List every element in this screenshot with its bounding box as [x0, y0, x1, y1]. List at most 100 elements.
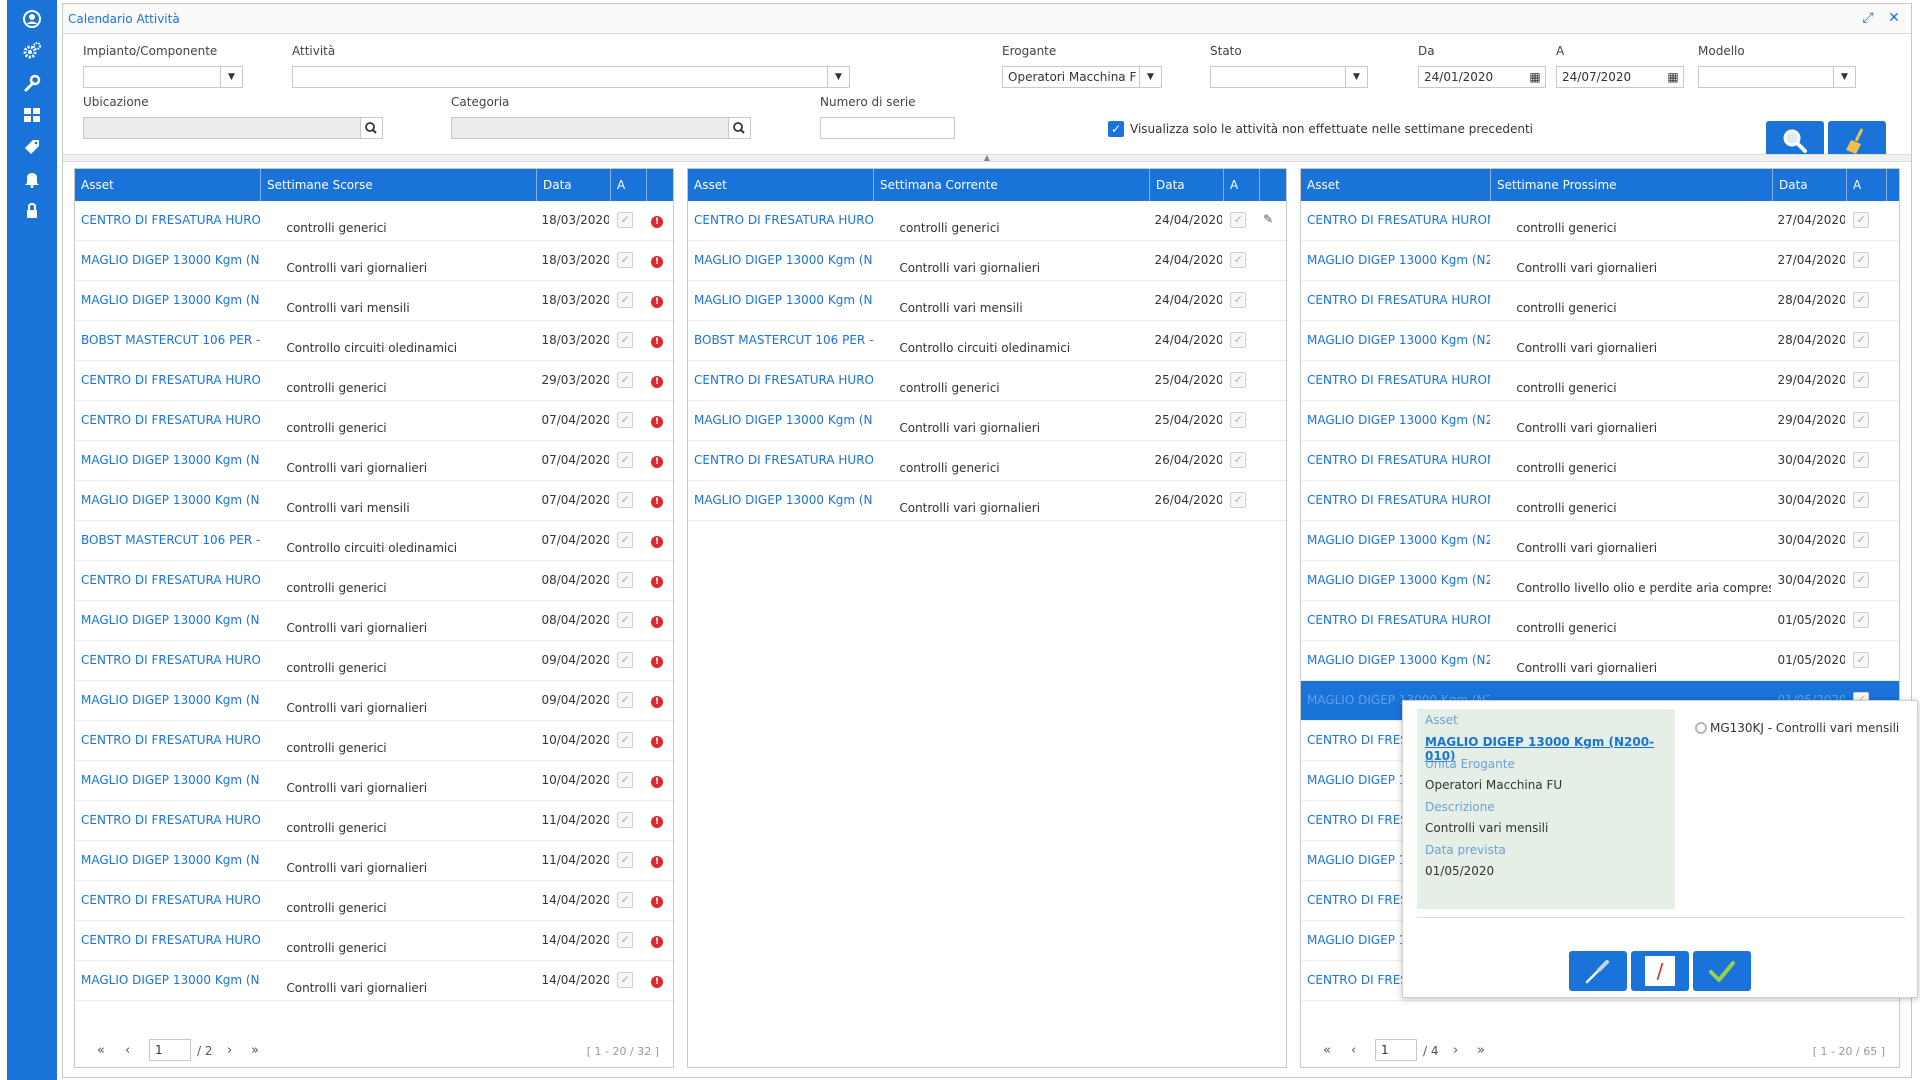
user-icon[interactable] [20, 9, 44, 33]
column-header[interactable]: Asset [1301, 169, 1491, 201]
done-checkbox[interactable]: ✓ [1230, 212, 1247, 228]
column-header[interactable]: Settimane Prossime [1491, 169, 1773, 201]
assets-icon[interactable] [20, 105, 44, 129]
edit-button[interactable]: / [1631, 951, 1689, 991]
table-row[interactable]: CENTRO DI FRESATURA HURON controlli gener… [75, 361, 673, 401]
column-header[interactable]: A [611, 169, 647, 201]
asset-cell[interactable]: MAGLIO DIGEP 13000 Kgm (N20 [75, 441, 260, 481]
done-checkbox[interactable]: ✓ [1853, 452, 1870, 468]
column-header[interactable]: Data [1150, 169, 1224, 201]
asset-cell[interactable]: BOBST MASTERCUT 106 PER - p [75, 521, 260, 561]
column-header[interactable]: Asset [75, 169, 261, 201]
table-row[interactable]: MAGLIO DIGEP 13000 Kgm (N20 Controlli var… [75, 441, 673, 481]
bell-icon[interactable] [20, 169, 44, 193]
asset-cell[interactable]: MAGLIO DIGEP 13000 Kgm (N20 [75, 241, 260, 281]
categoria-input[interactable] [451, 117, 751, 139]
done-checkbox[interactable]: ✓ [617, 252, 634, 268]
done-checkbox[interactable]: ✓ [617, 852, 634, 868]
table-row[interactable]: BOBST MASTERCUT 106 PER - p Controllo cir… [75, 521, 673, 561]
done-checkbox[interactable]: ✓ [1230, 332, 1247, 348]
lock-icon[interactable] [20, 201, 44, 225]
done-checkbox[interactable]: ✓ [1230, 372, 1247, 388]
table-row[interactable]: MAGLIO DIGEP 13000 Kgm (N20 Controlli var… [75, 761, 673, 801]
table-row[interactable]: MAGLIO DIGEP 13000 Kgm (N20(Controlli va… [1301, 241, 1899, 281]
stato-select[interactable]: ▼ [1210, 66, 1368, 88]
done-checkbox[interactable]: ✓ [617, 812, 634, 828]
done-checkbox[interactable]: ✓ [617, 212, 634, 228]
done-checkbox[interactable]: ✓ [617, 332, 634, 348]
asset-cell[interactable]: MAGLIO DIGEP 13000 Kgm (N20 [75, 481, 260, 521]
done-checkbox[interactable]: ✓ [617, 732, 634, 748]
table-row[interactable]: CENTRO DI FRESATURA HURON H controlli gen… [1301, 441, 1899, 481]
close-icon[interactable]: ✕ [1885, 9, 1903, 27]
done-checkbox[interactable]: ✓ [1230, 252, 1247, 268]
column-header[interactable]: Data [537, 169, 611, 201]
done-checkbox[interactable]: ✓ [617, 452, 634, 468]
asset-cell[interactable]: CENTRO DI FRESATURA HURON [75, 201, 260, 241]
confirm-button[interactable] [1693, 951, 1751, 991]
done-checkbox[interactable]: ✓ [617, 572, 634, 588]
done-checkbox[interactable]: ✓ [1853, 212, 1870, 228]
numero-serie-input[interactable] [820, 117, 955, 139]
asset-cell[interactable]: CENTRO DI FRESATURA HURON [75, 801, 260, 841]
asset-cell[interactable]: CENTRO DI FRESATURA HURON H [1301, 601, 1490, 641]
done-checkbox[interactable]: ✓ [617, 932, 634, 948]
asset-cell[interactable]: MAGLIO DIGEP 13000 Kgm (N20( [1301, 561, 1490, 601]
asset-cell[interactable]: MAGLIO DIGEP 13000 Kgm (N20( [1301, 321, 1490, 361]
table-row[interactable]: MAGLIO DIGEP 13000 Kgm (N20 Controlli var… [75, 841, 673, 881]
asset-cell[interactable]: MAGLIO DIGEP 13000 Kgm (N20 [75, 961, 260, 1001]
table-row[interactable]: CENTRO DI FRESATURA HURON H controlli gen… [1301, 361, 1899, 401]
page-input[interactable]: 1 [1375, 1039, 1417, 1061]
column-header[interactable]: Settimana Corrente [874, 169, 1150, 201]
asset-cell[interactable]: MAGLIO DIGEP 13000 Kgm (N20( [1301, 401, 1490, 441]
asset-cell[interactable]: MAGLIO DIGEP 13000 Kgm (N20 [688, 481, 873, 521]
asset-cell[interactable]: MAGLIO DIGEP 13000 Kgm (N20 [75, 681, 260, 721]
table-row[interactable]: MAGLIO DIGEP 13000 Kgm (N20 Controlli var… [688, 481, 1286, 521]
done-checkbox[interactable]: ✓ [617, 892, 634, 908]
pencil-icon[interactable]: ✎ [1263, 212, 1273, 226]
asset-cell[interactable]: MAGLIO DIGEP 13000 Kgm (N20 [75, 841, 260, 881]
table-row[interactable]: CENTRO DI FRESATURA HURON controlli gener… [75, 921, 673, 961]
table-row[interactable]: CENTRO DI FRESATURA HURON controlli gener… [75, 721, 673, 761]
done-checkbox[interactable]: ✓ [617, 292, 634, 308]
done-checkbox[interactable]: ✓ [617, 692, 634, 708]
asset-cell[interactable]: BOBST MASTERCUT 106 PER - p [75, 321, 260, 361]
last-page-icon[interactable]: » [1477, 1043, 1485, 1058]
table-row[interactable]: MAGLIO DIGEP 13000 Kgm (N20 Controlli var… [688, 241, 1286, 281]
wrench-icon[interactable] [20, 73, 44, 97]
page-input[interactable]: 1 [149, 1039, 191, 1061]
next-page-icon[interactable]: › [1453, 1043, 1458, 1058]
table-row[interactable]: MAGLIO DIGEP 13000 Kgm (N20 Controlli var… [75, 481, 673, 521]
horizontal-splitter[interactable]: ▲ [63, 154, 1911, 162]
da-date-input[interactable]: 24/01/2020 ▦ [1418, 66, 1546, 88]
asset-cell[interactable]: MAGLIO DIGEP 13000 Kgm (N20 [75, 761, 260, 801]
impianto-select[interactable]: ▼ [83, 66, 243, 88]
done-checkbox[interactable]: ✓ [617, 972, 634, 988]
done-checkbox[interactable]: ✓ [1853, 412, 1870, 428]
table-row[interactable]: MAGLIO DIGEP 13000 Kgm (N20 Controlli var… [75, 681, 673, 721]
asset-cell[interactable]: CENTRO DI FRESATURA HURON H [1301, 201, 1490, 241]
done-checkbox[interactable]: ✓ [617, 652, 634, 668]
attivita-select[interactable]: ▼ [292, 66, 850, 88]
table-row[interactable]: CENTRO DI FRESATURA HURON H controlli gen… [1301, 201, 1899, 241]
asset-cell[interactable]: CENTRO DI FRESATURA HURON [75, 561, 260, 601]
asset-cell[interactable]: CENTRO DI FRESATURA HURON H [1301, 361, 1490, 401]
column-header[interactable]: A [1847, 169, 1887, 201]
done-checkbox[interactable]: ✓ [1853, 612, 1870, 628]
table-row[interactable]: MAGLIO DIGEP 13000 Kgm (N20 Controlli var… [75, 601, 673, 641]
done-checkbox[interactable]: ✓ [1853, 372, 1870, 388]
table-row[interactable]: CENTRO DI FRESATURA HURON controlli gener… [688, 201, 1286, 241]
asset-cell[interactable]: MAGLIO DIGEP 13000 Kgm (N20 [75, 281, 260, 321]
table-row[interactable]: CENTRO DI FRESATURA HURON controlli gener… [688, 361, 1286, 401]
done-checkbox[interactable]: ✓ [1853, 252, 1870, 268]
asset-cell[interactable]: MAGLIO DIGEP 13000 Kgm (N20 [688, 241, 873, 281]
erogante-select[interactable]: Operatori Macchina FU ▼ [1002, 66, 1162, 88]
done-checkbox[interactable]: ✓ [1853, 332, 1870, 348]
only-pending-checkbox[interactable]: ✓ [1108, 121, 1124, 137]
asset-cell[interactable]: MAGLIO DIGEP 13000 Kgm (N20 [688, 281, 873, 321]
done-checkbox[interactable]: ✓ [617, 492, 634, 508]
table-row[interactable]: CENTRO DI FRESATURA HURON controlli gener… [75, 801, 673, 841]
asset-cell[interactable]: CENTRO DI FRESATURA HURON [75, 361, 260, 401]
done-checkbox[interactable]: ✓ [617, 772, 634, 788]
table-row[interactable]: BOBST MASTERCUT 106 PER - p Controllo cir… [75, 321, 673, 361]
